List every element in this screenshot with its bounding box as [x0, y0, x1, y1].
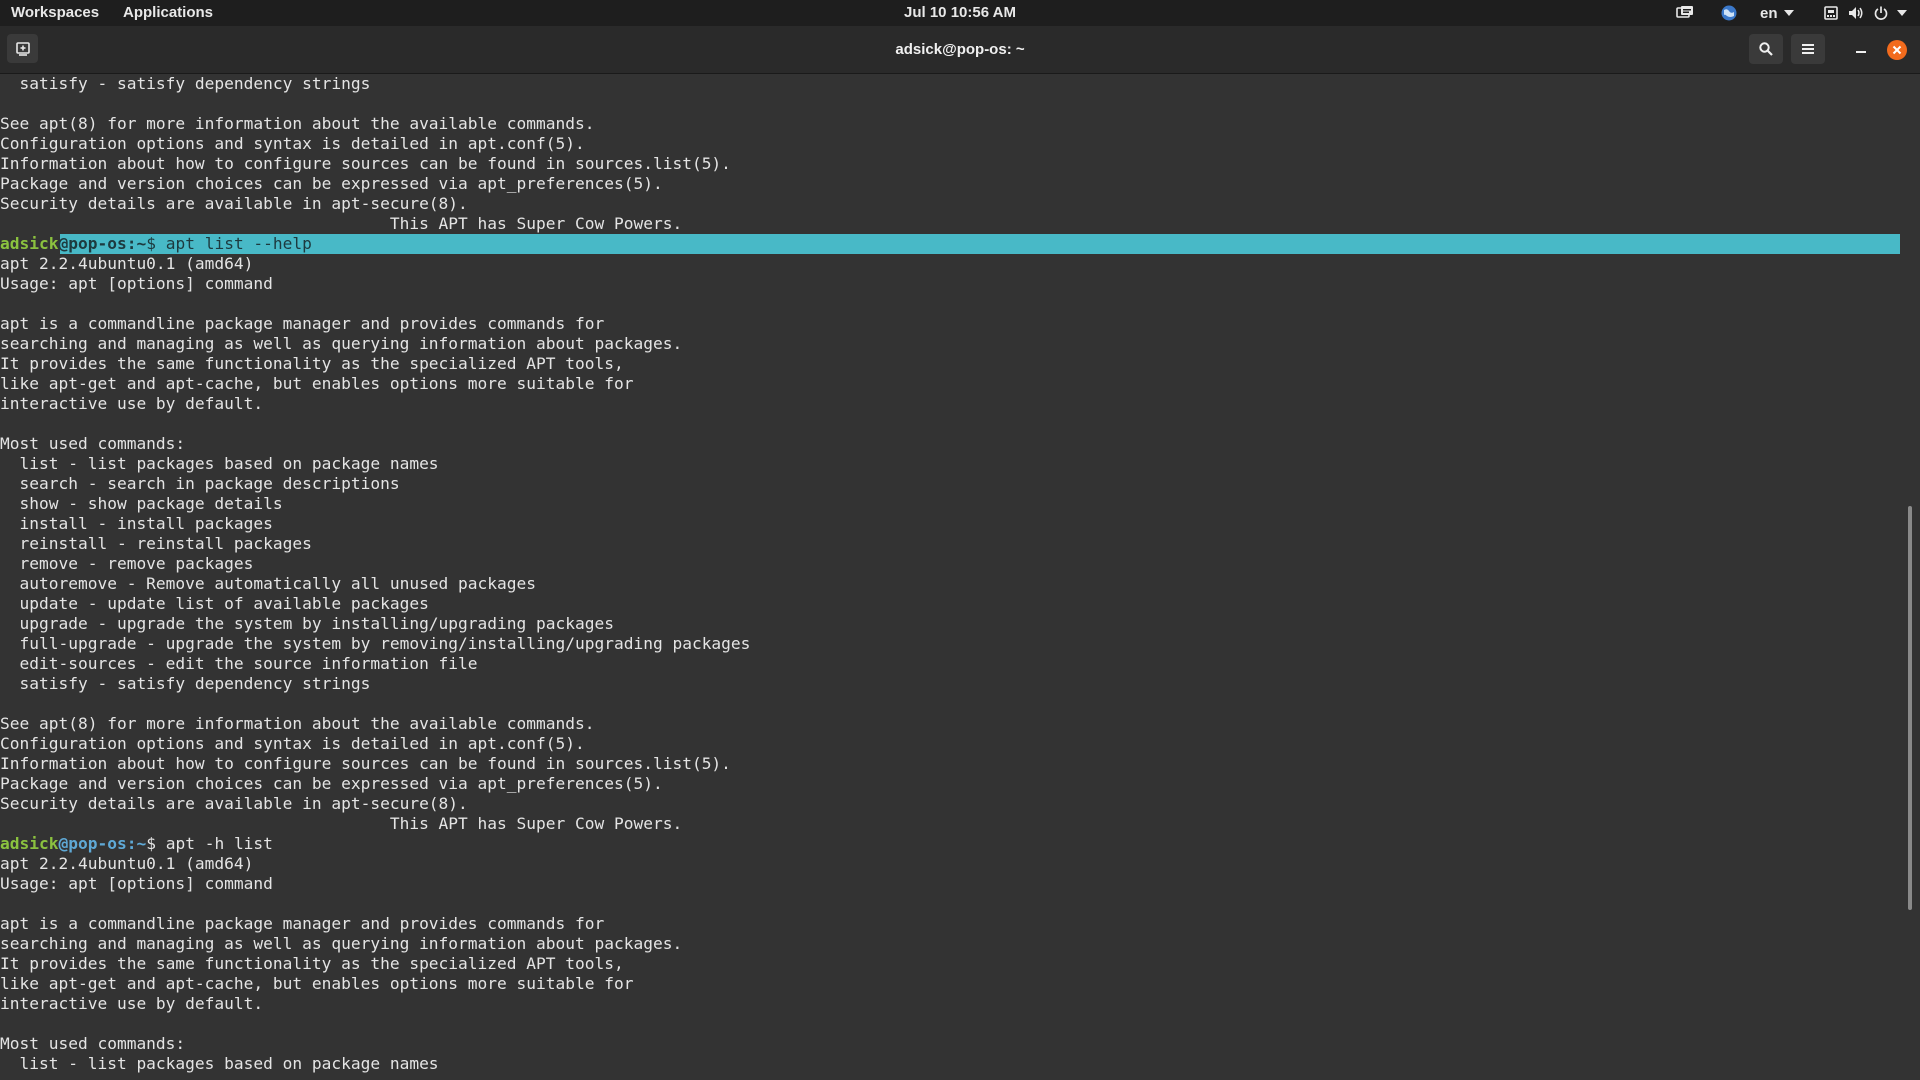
window-title: adsick@pop-os: ~	[895, 41, 1025, 58]
terminal-line: install - install packages	[0, 514, 273, 533]
prompt-path: :~	[126, 834, 147, 853]
minimize-button[interactable]	[1844, 34, 1878, 64]
terminal-line: Security details are available in apt-se…	[0, 194, 468, 213]
terminal-line: satisfy - satisfy dependency strings	[0, 674, 371, 693]
terminal-line: This APT has Super Cow Powers.	[0, 814, 683, 833]
terminal-line: Configuration options and syntax is deta…	[0, 134, 585, 153]
prompt-path: :~	[126, 234, 147, 253]
search-button[interactable]	[1749, 34, 1783, 64]
terminal-line: apt is a commandline package manager and…	[0, 914, 605, 933]
terminal-line: apt is a commandline package manager and…	[0, 314, 605, 333]
terminal-line: Security details are available in apt-se…	[0, 794, 468, 813]
terminal-line: It provides the same functionality as th…	[0, 354, 624, 373]
terminal-line: show - show package details	[0, 494, 283, 513]
terminal-line: autoremove - Remove automatically all un…	[0, 574, 537, 593]
terminal-line: searching and managing as well as queryi…	[0, 934, 683, 953]
prompt-user: adsick	[0, 234, 59, 253]
terminal-line: apt 2.2.4ubuntu0.1 (amd64)	[0, 854, 254, 873]
terminal-line: search - search in package descriptions	[0, 474, 400, 493]
search-icon	[1759, 42, 1773, 56]
terminal-line: Information about how to configure sourc…	[0, 754, 731, 773]
terminal-line: satisfy - satisfy dependency strings	[0, 74, 371, 93]
system-top-bar: Workspaces Applications Jul 10 10:56 AM …	[0, 0, 1920, 26]
close-button[interactable]	[1887, 40, 1907, 60]
workspaces-button[interactable]: Workspaces	[11, 0, 99, 26]
terminal-line: Package and version choices can be expre…	[0, 174, 663, 193]
terminal-prompt-line: adsick@pop-os:~$ apt list --help	[0, 234, 1900, 254]
close-icon	[1892, 45, 1902, 55]
new-tab-icon	[15, 41, 30, 56]
terminal-line: list - list packages based on package na…	[0, 454, 439, 473]
terminal-line: Information about how to configure sourc…	[0, 154, 731, 173]
terminal-line: Configuration options and syntax is deta…	[0, 734, 585, 753]
terminal-line: Package and version choices can be expre…	[0, 774, 663, 793]
terminal-line: list - list packages based on package na…	[0, 1054, 439, 1073]
language-selector[interactable]: en	[1760, 0, 1794, 26]
terminal-line: reinstall - reinstall packages	[0, 534, 312, 553]
scrollbar-thumb[interactable]	[1908, 506, 1912, 910]
text-selection-highlight	[60, 234, 1900, 254]
terminal-line: Usage: apt [options] command	[0, 274, 273, 293]
hamburger-menu-icon	[1802, 44, 1814, 54]
terminal-line: Most used commands:	[0, 1034, 186, 1053]
network-icon	[1824, 6, 1838, 20]
terminal-line: Usage: apt [options] command	[0, 874, 273, 893]
terminal-line: update - update list of available packag…	[0, 594, 429, 613]
applications-button[interactable]: Applications	[123, 0, 213, 26]
new-tab-button[interactable]	[7, 34, 38, 63]
terminal-line: apt 2.2.4ubuntu0.1 (amd64)	[0, 254, 254, 273]
terminal-output[interactable]: satisfy - satisfy dependency strings See …	[0, 74, 1900, 1080]
terminal-line: searching and managing as well as queryi…	[0, 334, 683, 353]
terminal-header-bar: adsick@pop-os: ~	[0, 26, 1920, 74]
prompt-host: @pop-os	[58, 834, 127, 853]
browser-globe-icon[interactable]	[1720, 0, 1738, 26]
terminal-lines: satisfy - satisfy dependency strings See …	[0, 74, 1900, 1074]
chevron-down-icon	[1897, 10, 1907, 16]
notifications-icon[interactable]	[1676, 0, 1694, 26]
language-label: en	[1760, 4, 1778, 22]
prompt-host: @pop-os	[58, 234, 127, 253]
prompt-symbol: $	[146, 234, 166, 253]
terminal-line: upgrade - upgrade the system by installi…	[0, 614, 614, 633]
command-text: apt list --help	[165, 234, 312, 253]
terminal-line: See apt(8) for more information about th…	[0, 714, 595, 733]
terminal-line: like apt-get and apt-cache, but enables …	[0, 374, 634, 393]
minimize-icon	[1856, 51, 1866, 53]
terminal-line: remove - remove packages	[0, 554, 254, 573]
terminal-line: interactive use by default.	[0, 394, 264, 413]
terminal-line: full-upgrade - upgrade the system by rem…	[0, 634, 751, 653]
prompt-symbol: $	[146, 834, 166, 853]
hamburger-menu-button[interactable]	[1791, 34, 1825, 64]
scrollbar[interactable]	[1906, 74, 1916, 1080]
terminal-line: See apt(8) for more information about th…	[0, 114, 595, 133]
chevron-down-icon	[1783, 10, 1794, 16]
command-text: apt -h list	[165, 834, 273, 853]
system-status-menu[interactable]	[1824, 0, 1907, 26]
terminal-line: Most used commands:	[0, 434, 186, 453]
terminal-line: edit-sources - edit the source informati…	[0, 654, 478, 673]
terminal-line: like apt-get and apt-cache, but enables …	[0, 974, 634, 993]
terminal-line: It provides the same functionality as th…	[0, 954, 624, 973]
clock-label[interactable]: Jul 10 10:56 AM	[904, 4, 1016, 21]
terminal-prompt-line: adsick@pop-os:~$ apt -h list	[0, 834, 750, 854]
prompt-user: adsick	[0, 834, 59, 853]
volume-icon	[1849, 7, 1863, 19]
clock: Jul 10 10:56 AM	[0, 0, 1920, 26]
power-icon	[1874, 6, 1888, 20]
terminal-line: interactive use by default.	[0, 994, 264, 1013]
terminal-line: This APT has Super Cow Powers.	[0, 214, 683, 233]
